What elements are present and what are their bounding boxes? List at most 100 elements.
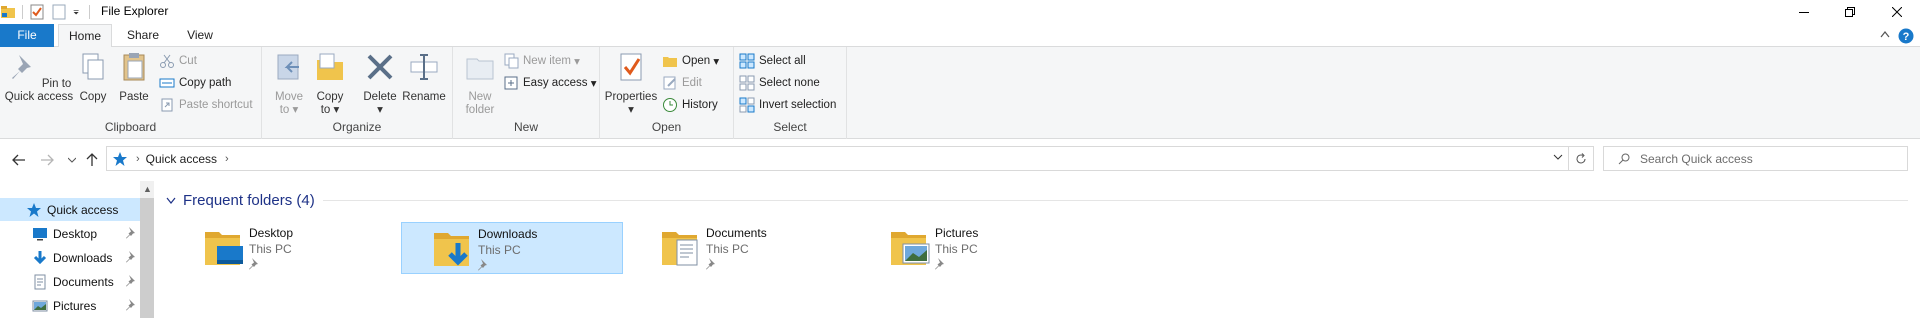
nav-documents[interactable]: Documents [0,270,140,293]
invert-selection-icon [739,97,755,113]
paste-button[interactable]: Paste [116,51,152,104]
back-button[interactable] [10,151,28,169]
customize-qat-icon[interactable] [73,4,83,20]
address-dropdown-icon[interactable] [1553,152,1563,162]
tab-home[interactable]: Home [58,24,112,48]
tab-view[interactable]: View [175,24,225,47]
address-bar[interactable]: › Quick access › [106,146,1594,171]
properties-button[interactable]: Properties ▾ [604,51,658,117]
folder-location: This PC [478,243,521,257]
nav-downloads[interactable]: Downloads [0,246,140,269]
invert-selection-button[interactable]: Invert selection [739,95,836,115]
properties-label: Properties [604,91,658,103]
folder-tile-documents[interactable]: Documents This PC [630,222,852,274]
new-folder-button[interactable]: New folder [457,51,503,117]
new-group: New folder New item ▾ Easy access ▾ New [453,47,600,139]
scroll-up-icon[interactable]: ▲ [143,184,152,194]
folder-location: This PC [935,242,978,256]
pin-icon[interactable] [126,251,136,263]
window-title: File Explorer [101,4,169,18]
rename-label: Rename [402,91,446,103]
copy-button[interactable]: Copy [76,51,110,104]
quick-access-toolbar [0,2,96,22]
folder-app-icon[interactable] [0,4,16,20]
forward-button[interactable] [38,151,56,169]
search-icon [1618,153,1630,164]
pictures-folder-icon [891,232,930,265]
nav-quick-access[interactable]: Quick access [0,198,140,221]
paste-shortcut-button[interactable]: Paste shortcut [159,95,253,115]
open-folder-icon [663,57,677,67]
chevron-down-icon[interactable] [166,197,176,204]
rename-icon [410,54,438,80]
pin-icon [249,258,258,270]
documents-icon [34,274,46,289]
select-all-button[interactable]: Select all [739,51,806,71]
organize-group: Move to ▾ Copy to ▾ Delete ▾ Rename Organ… [262,47,453,139]
paste-label: Paste [119,91,149,103]
cut-button[interactable]: Cut [159,51,197,71]
ribbon: Pin to Quick access Copy Paste Cut Copy … [0,47,1920,139]
new-folder-qat-icon[interactable] [51,4,67,20]
properties-icon [620,53,642,81]
nav-pictures[interactable]: Pictures [0,294,140,317]
help-icon[interactable]: ? [1898,28,1914,44]
folder-tile-pictures[interactable]: Pictures This PC [859,222,1081,274]
new-item-button[interactable]: New item ▾ [503,51,580,71]
rename-button[interactable]: Rename [402,51,446,104]
edit-icon [663,76,676,90]
open-label: Open [682,55,711,67]
properties-check-icon[interactable] [29,4,45,20]
chevron-down-icon [68,157,76,163]
minimize-button[interactable] [1781,0,1827,23]
tab-share[interactable]: Share [115,24,171,47]
recent-locations-button[interactable] [63,151,81,169]
delete-button[interactable]: Delete ▾ [360,51,400,117]
pin-icon[interactable] [126,275,136,287]
move-to-button[interactable]: Move to ▾ [270,51,308,117]
open-group: Properties ▾ Open ▾ Edit History Open [600,47,734,139]
select-all-label: Select all [759,55,806,67]
nav-desktop[interactable]: Desktop [0,222,140,245]
select-none-button[interactable]: Select none [739,73,820,93]
select-group: Select all Select none Invert selection … [734,47,847,139]
pin-icon[interactable] [126,299,136,311]
quick-access-star-icon [113,151,127,166]
copy-to-button[interactable]: Copy to ▾ [312,51,348,117]
minimize-ribbon-icon[interactable] [1880,30,1890,38]
history-icon [663,98,677,112]
new-folder-label: New folder [465,91,495,116]
new-group-label: New [513,120,538,134]
folder-tile-desktop[interactable]: Desktop This PC [173,222,395,274]
tab-file[interactable]: File [0,24,54,47]
edit-button[interactable]: Edit [662,73,702,93]
easy-access-button[interactable]: Easy access ▾ [503,73,597,93]
copy-path-button[interactable]: Copy path [159,73,231,93]
search-box[interactable]: Search Quick access [1603,146,1908,171]
close-icon [1892,6,1902,17]
breadcrumb-quick-access[interactable]: Quick access [146,152,217,166]
folder-name: Pictures [935,226,979,240]
documents-folder-icon [662,232,698,266]
restore-button[interactable] [1827,0,1873,23]
pin-icon[interactable] [126,227,136,239]
frequent-folders-header[interactable]: Frequent folders (4) [166,190,315,210]
paste-shortcut-label: Paste shortcut [179,99,253,111]
section-title: Frequent folders (4) [183,191,315,209]
history-button[interactable]: History [662,95,718,115]
nav-downloads-label: Downloads [53,250,113,265]
nav-documents-label: Documents [53,274,114,289]
breadcrumb-chevron-icon[interactable]: › [225,153,229,165]
copy-to-label: Copy to [316,91,344,116]
folder-tile-downloads[interactable]: Downloads This PC [401,222,623,274]
navigation-bar: › Quick access › Search Quick access [0,143,1920,175]
pin-to-quick-access-button[interactable]: Pin to Quick access [4,51,74,104]
close-button[interactable] [1874,0,1920,23]
up-button[interactable] [83,151,101,169]
refresh-button[interactable] [1568,147,1593,170]
copy-icon [82,53,104,80]
open-button[interactable]: Open ▾ [662,51,719,71]
select-group-label: Select [773,120,807,134]
breadcrumb-chevron-icon[interactable]: › [136,153,140,165]
easy-access-label: Easy access [523,77,588,89]
